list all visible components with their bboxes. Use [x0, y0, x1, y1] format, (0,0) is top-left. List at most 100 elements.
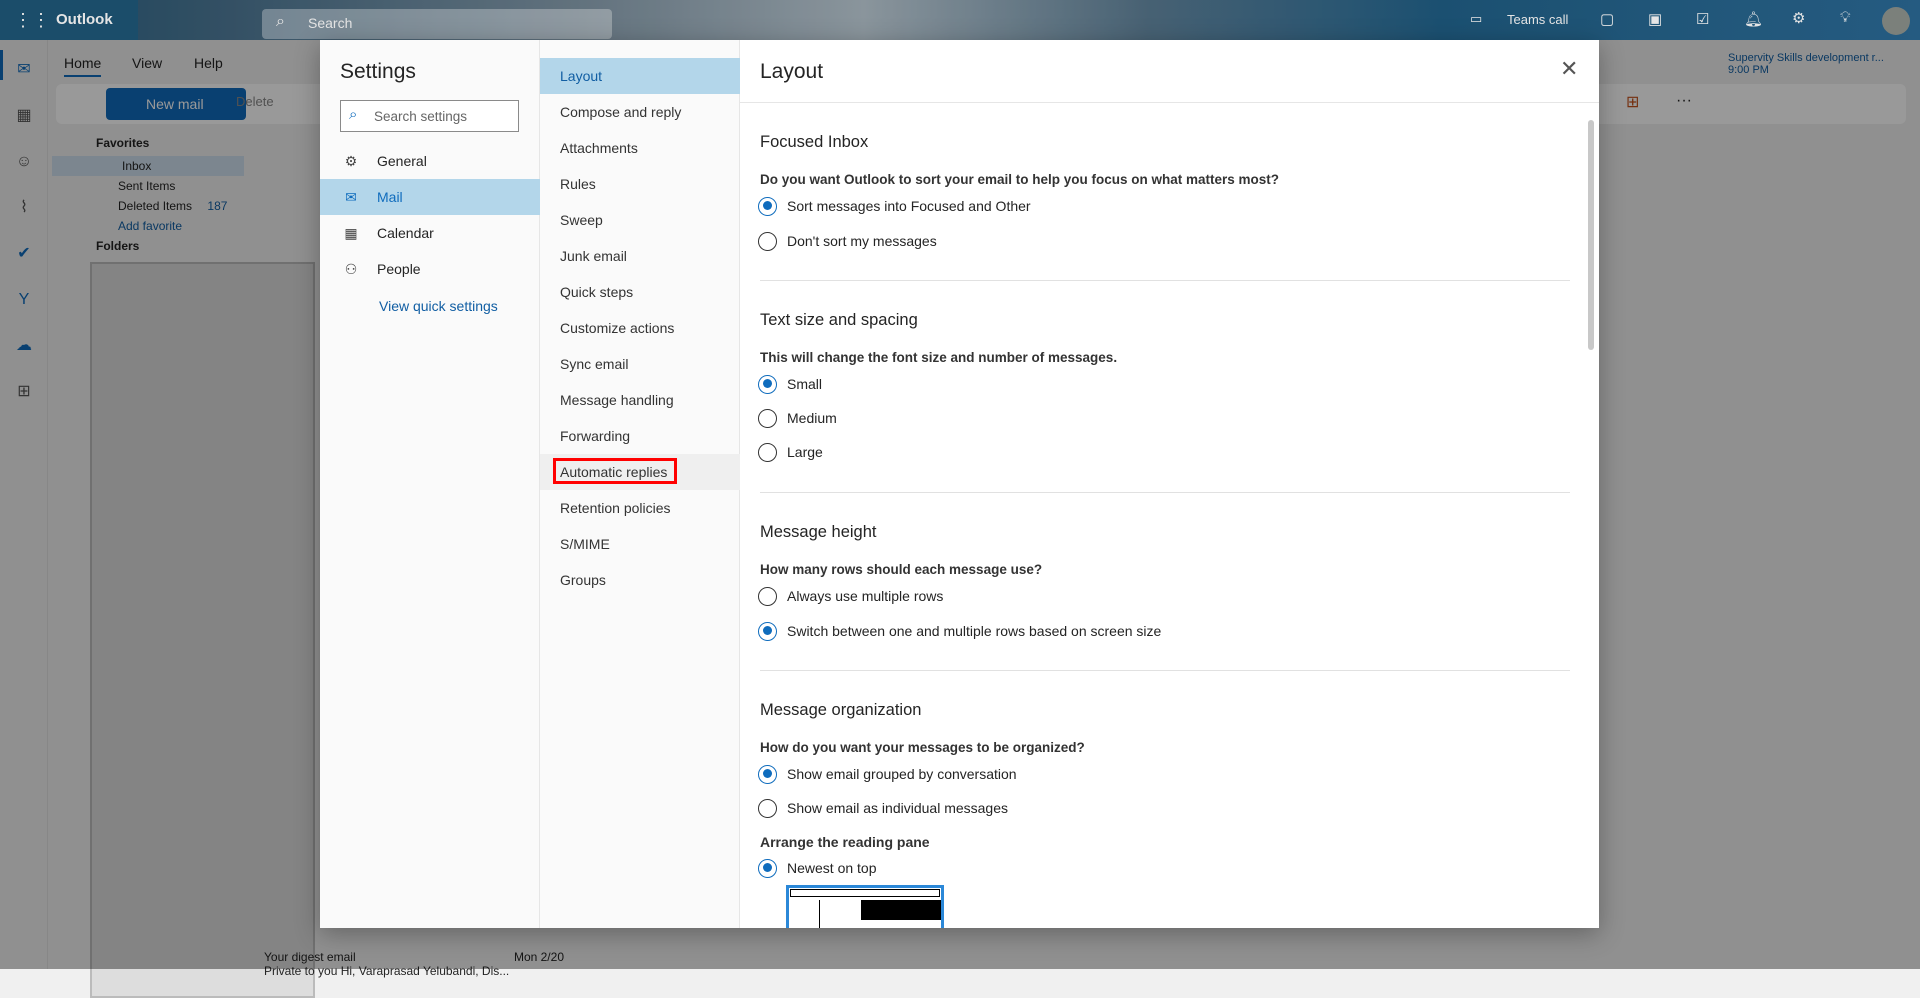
radio-circle[interactable]: [758, 408, 777, 428]
focused-heading: Focused Inbox: [760, 133, 869, 151]
radio-circle[interactable]: [758, 231, 777, 251]
search-settings-input[interactable]: ⌕ Search settings: [340, 100, 519, 132]
nav-people[interactable]: ⚇ People: [320, 251, 540, 287]
nav-label: People: [377, 261, 421, 277]
focused-question: Do you want Outlook to sort your email t…: [760, 172, 1280, 187]
section-message-handling[interactable]: Message handling: [540, 382, 740, 418]
reading-heading: Arrange the reading pane: [760, 834, 930, 850]
radio-label: Medium: [787, 410, 837, 426]
org-heading: Message organization: [760, 701, 922, 719]
layout-panel: Layout ✕ Focused Inbox Do you want Outloo…: [740, 40, 1599, 928]
reading-pane-preview[interactable]: [786, 885, 944, 928]
radio-label: Show email as individual messages: [787, 800, 1008, 816]
radio-label: Switch between one and multiple rows bas…: [787, 623, 1162, 639]
calendar-icon: ▦: [344, 225, 358, 241]
nav-label: Calendar: [377, 225, 434, 241]
section-label: Message handling: [560, 392, 674, 408]
nav-label: Mail: [377, 189, 403, 205]
radio-circle[interactable]: [758, 621, 777, 641]
section-label: Forwarding: [560, 428, 631, 444]
section-quick-steps[interactable]: Quick steps: [540, 274, 740, 310]
section-label: Sweep: [560, 212, 603, 228]
section-divider: [760, 492, 1570, 493]
section-label: Groups: [560, 572, 606, 588]
org-question: How do you want your messages to be orga…: [760, 740, 1085, 755]
mail-icon: ✉: [345, 189, 357, 205]
section-label: Retention policies: [560, 500, 671, 516]
section-rules[interactable]: Rules: [540, 166, 740, 202]
search-settings-placeholder: Search settings: [374, 109, 468, 124]
section-label: Attachments: [560, 140, 638, 156]
radio-label: Newest on top: [787, 860, 877, 876]
section-divider: [760, 670, 1570, 671]
reading-option-radio[interactable]: Newest on top: [758, 857, 877, 879]
text_size-option-radio[interactable]: Small: [758, 373, 822, 395]
radio-label: Always use multiple rows: [787, 588, 944, 604]
radio-circle[interactable]: [758, 764, 777, 784]
settings-title: Settings: [340, 60, 416, 83]
radio-label: Don't sort my messages: [787, 233, 937, 249]
section-sync-email[interactable]: Sync email: [540, 346, 740, 382]
section-groups[interactable]: Groups: [540, 562, 740, 598]
nav-label: General: [377, 153, 427, 169]
section-label: Rules: [560, 176, 596, 192]
org-option-radio[interactable]: Show email grouped by conversation: [758, 763, 1017, 785]
section-forwarding[interactable]: Forwarding: [540, 418, 740, 454]
settings-nav: Settings ⌕ Search settings ⚙ General ✉ Mai…: [320, 40, 540, 928]
section-layout[interactable]: Layout: [540, 58, 740, 94]
text_size-question: This will change the font size and numbe…: [760, 350, 1118, 365]
focused-option-radio[interactable]: Sort messages into Focused and Other: [758, 195, 1031, 217]
section-attachments[interactable]: Attachments: [540, 130, 740, 166]
section-s-mime[interactable]: S/MIME: [540, 526, 740, 562]
text_size-option-radio[interactable]: Large: [758, 441, 823, 463]
section-customize-actions[interactable]: Customize actions: [540, 310, 740, 346]
radio-circle[interactable]: [758, 374, 777, 394]
preview-reading: [861, 900, 941, 920]
section-sweep[interactable]: Sweep: [540, 202, 740, 238]
height-question: How many rows should each message use?: [760, 562, 1043, 577]
section-compose-and-reply[interactable]: Compose and reply: [540, 94, 740, 130]
org-option-radio[interactable]: Show email as individual messages: [758, 797, 1008, 819]
preview-folders: [790, 900, 820, 928]
radio-label: Large: [787, 444, 823, 460]
radio-circle[interactable]: [758, 858, 777, 878]
radio-circle[interactable]: [758, 798, 777, 818]
nav-mail[interactable]: ✉ Mail: [320, 179, 540, 215]
settings-dialog: Settings ⌕ Search settings ⚙ General ✉ Mai…: [320, 40, 1599, 928]
section-retention-policies[interactable]: Retention policies: [540, 490, 740, 526]
nav-general[interactable]: ⚙ General: [320, 143, 540, 179]
people-icon: ⚇: [344, 261, 358, 277]
panel-title: Layout: [760, 60, 824, 83]
preview-header: [790, 889, 940, 897]
section-label: Sync email: [560, 356, 629, 372]
scrollbar[interactable]: [1588, 120, 1594, 350]
mail-sections: Layout Compose and reply Attachments Rules S…: [540, 40, 740, 928]
height-option-radio[interactable]: Always use multiple rows: [758, 585, 943, 607]
focused-option-radio[interactable]: Don't sort my messages: [758, 230, 937, 252]
section-label: Automatic replies: [560, 464, 668, 480]
radio-label: Show email grouped by conversation: [787, 766, 1017, 782]
section-junk-email[interactable]: Junk email: [540, 238, 740, 274]
section-label: Junk email: [560, 248, 627, 264]
radio-circle[interactable]: [758, 196, 777, 216]
section-automatic-replies[interactable]: Automatic replies: [540, 454, 740, 490]
radio-label: Small: [787, 376, 823, 392]
search-icon: ⌕: [349, 106, 358, 123]
section-label: S/MIME: [560, 536, 610, 552]
top-dim: [0, 0, 1920, 40]
nav-calendar[interactable]: ▦ Calendar: [320, 215, 540, 251]
section-label: Compose and reply: [560, 104, 682, 120]
header-divider: [740, 102, 1599, 103]
section-divider: [760, 280, 1570, 281]
section-label: Customize actions: [560, 320, 675, 336]
text_size-heading: Text size and spacing: [760, 311, 918, 329]
radio-circle[interactable]: [758, 586, 777, 606]
gear-icon: ⚙: [344, 153, 358, 169]
text_size-option-radio[interactable]: Medium: [758, 407, 837, 429]
radio-circle[interactable]: [758, 442, 777, 462]
view-quick-settings-link[interactable]: View quick settings: [379, 298, 498, 314]
height-option-radio[interactable]: Switch between one and multiple rows bas…: [758, 620, 1161, 642]
close-icon[interactable]: ✕: [1560, 56, 1578, 82]
radio-label: Sort messages into Focused and Other: [787, 198, 1031, 214]
height-heading: Message height: [760, 523, 877, 541]
